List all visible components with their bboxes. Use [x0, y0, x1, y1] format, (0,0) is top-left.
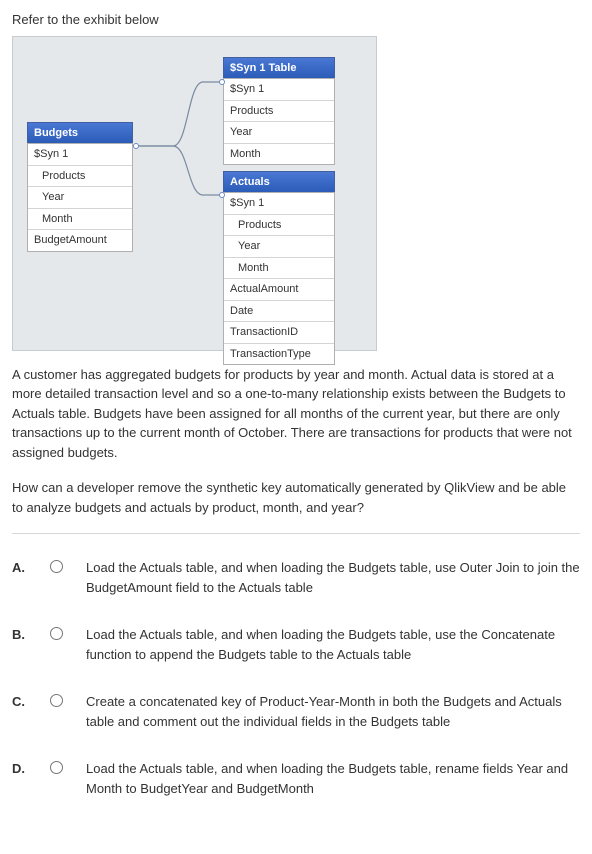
separator — [12, 533, 580, 534]
table-header: Actuals — [223, 171, 335, 193]
field: $Syn 1 — [224, 79, 334, 101]
option-c-radio[interactable] — [50, 694, 63, 707]
table-header: $Syn 1 Table — [223, 57, 335, 79]
field: $Syn 1 — [224, 193, 334, 215]
field: Month — [224, 144, 334, 165]
option-letter: C. — [12, 692, 50, 712]
field: Month — [224, 258, 334, 280]
exhibit-diagram: Budgets $Syn 1 Products Year Month Budge… — [12, 36, 377, 351]
field: Products — [28, 166, 132, 188]
option-text: Load the Actuals table, and when loading… — [68, 759, 580, 798]
option-text: Create a concatenated key of Product-Yea… — [68, 692, 580, 731]
option-letter: A. — [12, 558, 50, 578]
option-text: Load the Actuals table, and when loading… — [68, 558, 580, 597]
option-a-row: A. Load the Actuals table, and when load… — [12, 548, 580, 615]
field: Products — [224, 101, 334, 123]
connector-dot — [219, 192, 225, 198]
option-text: Load the Actuals table, and when loading… — [68, 625, 580, 664]
table-body: $Syn 1 Products Year Month BudgetAmount — [27, 143, 133, 252]
option-d-row: D. Load the Actuals table, and when load… — [12, 749, 580, 816]
connector-dot — [219, 79, 225, 85]
table-syn: $Syn 1 Table $Syn 1 Products Year Month — [223, 57, 335, 166]
question-text: How can a developer remove the synthetic… — [12, 478, 580, 517]
field: $Syn 1 — [28, 144, 132, 166]
field: Year — [28, 187, 132, 209]
field: Year — [224, 236, 334, 258]
table-actuals: Actuals $Syn 1 Products Year Month Actua… — [223, 171, 335, 366]
exhibit-intro: Refer to the exhibit below — [12, 10, 580, 30]
option-letter: D. — [12, 759, 50, 779]
table-header: Budgets — [27, 122, 133, 144]
answer-options: A. Load the Actuals table, and when load… — [12, 548, 580, 816]
option-b-row: B. Load the Actuals table, and when load… — [12, 615, 580, 682]
option-d-radio[interactable] — [50, 761, 63, 774]
option-letter: B. — [12, 625, 50, 645]
field: BudgetAmount — [28, 230, 132, 251]
option-a-radio[interactable] — [50, 560, 63, 573]
connector-dot — [133, 143, 139, 149]
table-body: $Syn 1 Products Year Month ActualAmount … — [223, 192, 335, 365]
field: Month — [28, 209, 132, 231]
option-c-row: C. Create a concatenated key of Product-… — [12, 682, 580, 749]
field: TransactionType — [224, 344, 334, 365]
field: ActualAmount — [224, 279, 334, 301]
field: Year — [224, 122, 334, 144]
question-narrative: A customer has aggregated budgets for pr… — [12, 365, 580, 463]
field: Products — [224, 215, 334, 237]
table-budgets: Budgets $Syn 1 Products Year Month Budge… — [27, 122, 133, 252]
field: Date — [224, 301, 334, 323]
option-b-radio[interactable] — [50, 627, 63, 640]
table-body: $Syn 1 Products Year Month — [223, 78, 335, 165]
field: TransactionID — [224, 322, 334, 344]
